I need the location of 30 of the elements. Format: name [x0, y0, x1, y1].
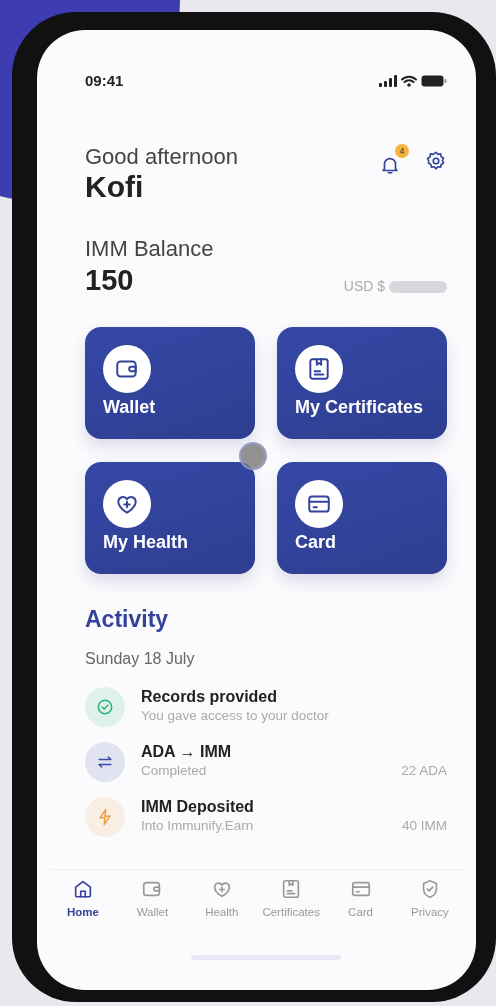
- activity-subtitle: Into Immunify.Earn: [141, 817, 254, 836]
- wifi-icon: [401, 75, 417, 87]
- activity-title: Records provided: [141, 687, 279, 707]
- user-name: Kofi: [85, 170, 145, 204]
- tab-bar-item[interactable]: Home: [49, 877, 117, 921]
- notifications-button[interactable]: 4: [379, 144, 409, 176]
- settings-icon: [425, 149, 447, 172]
- date-heading: Sunday 18 July: [85, 648, 196, 669]
- touch-indicator: [239, 442, 267, 470]
- fiat-currency-label: USD $: [343, 277, 385, 297]
- shortcut-tile[interactable]: Wallet: [85, 327, 255, 440]
- status-time: 09:41: [85, 70, 124, 91]
- shortcut-tile[interactable]: Card: [277, 462, 447, 575]
- activity-amount: 22 ADA: [401, 762, 447, 781]
- section-title: Activity: [85, 605, 170, 635]
- activity-subtitle: You gave access to your doctor: [141, 707, 329, 726]
- signal-icon: [379, 75, 397, 87]
- activity-subtitle: Completed: [141, 762, 207, 781]
- shortcut-tile[interactable]: My Certificates: [277, 327, 447, 440]
- activity-title: IMM Deposited: [141, 797, 255, 817]
- greeting-text: Good afternoon: [85, 144, 238, 171]
- balance-value: 150: [85, 265, 134, 298]
- hidden-value-bar: [389, 280, 447, 293]
- document-icon: [306, 356, 332, 383]
- balance-label: IMM Balance: [85, 235, 215, 264]
- battery-icon: [421, 75, 447, 87]
- activity-amount: 40 IMM: [402, 817, 447, 836]
- notification-count: 4: [395, 144, 409, 158]
- shortcut-tile[interactable]: My Health: [85, 462, 255, 575]
- activity-title: ADA → IMM: [141, 742, 233, 762]
